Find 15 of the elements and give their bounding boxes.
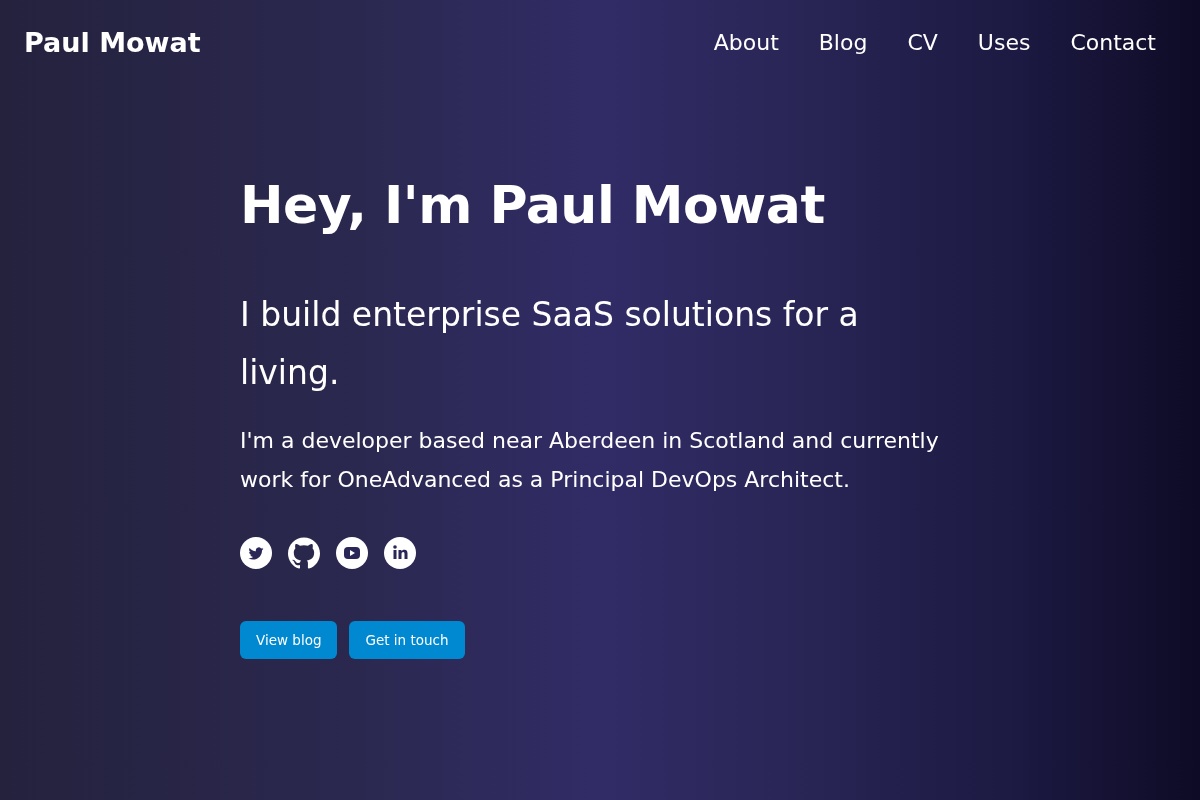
page-heading: Hey, I'm Paul Mowat: [240, 174, 826, 237]
tagline: I build enterprise SaaS solutions for a living.: [240, 294, 860, 394]
nav-link[interactable]: Contact: [1050, 21, 1176, 63]
nav-link[interactable]: Blog: [798, 21, 888, 63]
play-icon[interactable]: [336, 537, 368, 569]
intro-paragraph: I'm a developer based near Aberdeen in Scotland and currently work for OneAdvanced as a Principal DevOps Architect.: [240, 427, 940, 494]
link-button[interactable]: Get in touch: [349, 621, 465, 659]
in-logo-icon[interactable]: [384, 537, 416, 569]
link-button[interactable]: View blog: [240, 621, 338, 659]
bird-icon[interactable]: [240, 537, 272, 569]
site-title[interactable]: Paul Mowat: [24, 26, 201, 58]
cat-silhouette-icon[interactable]: [288, 537, 320, 569]
nav-link[interactable]: Uses: [957, 21, 1051, 63]
nav-link[interactable]: CV: [887, 21, 958, 63]
nav-link[interactable]: About: [693, 21, 799, 63]
